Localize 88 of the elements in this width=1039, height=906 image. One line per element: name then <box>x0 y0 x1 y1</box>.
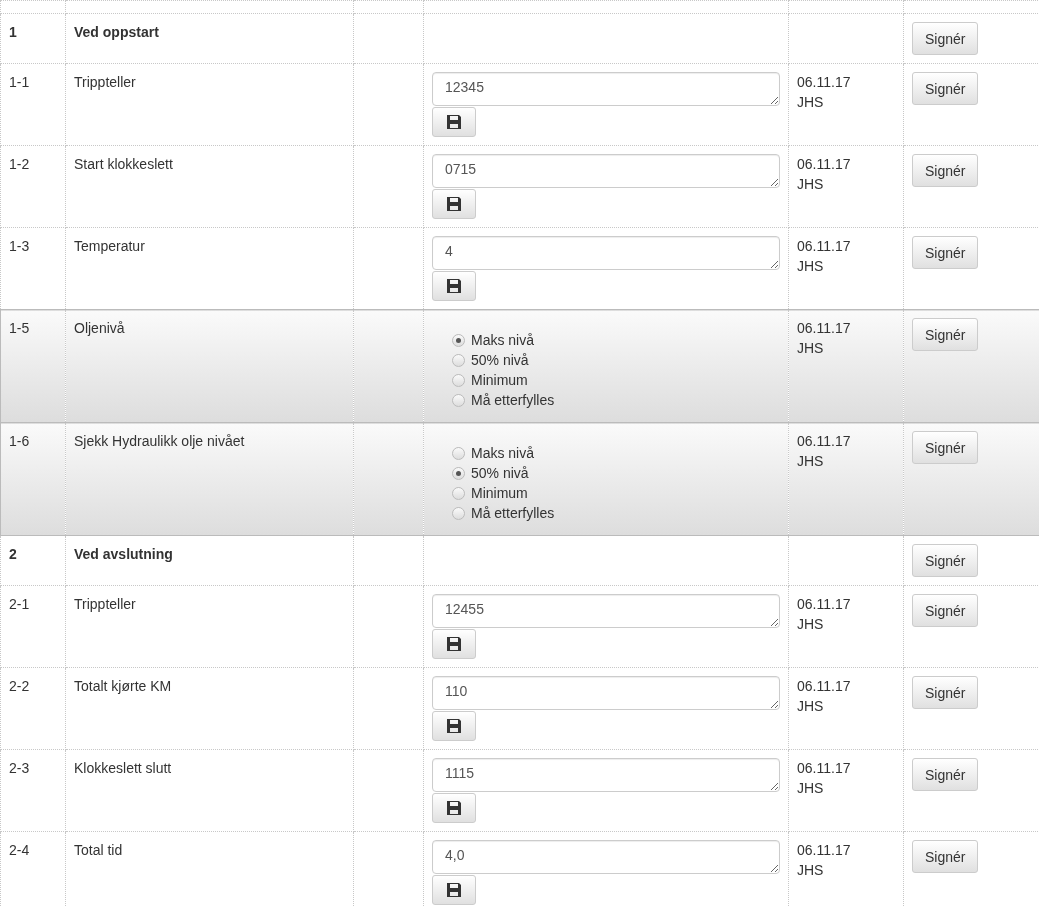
save-button[interactable] <box>432 711 476 741</box>
sign-date: 06.11.17 <box>797 319 852 338</box>
save-button[interactable] <box>432 107 476 137</box>
save-button[interactable] <box>432 271 476 301</box>
sign-button[interactable]: Signér <box>912 840 979 873</box>
input-field[interactable]: 12455 <box>432 594 780 628</box>
input-field[interactable]: 110 <box>432 676 780 710</box>
item-label: Start klokkeslett <box>74 156 173 172</box>
sign-date: 06.11.17 <box>797 595 852 614</box>
sign-initials: JHS <box>797 615 825 634</box>
radio-button[interactable] <box>452 446 465 460</box>
sign-initials: JHS <box>797 697 825 716</box>
sign-date: 06.11.17 <box>797 155 852 174</box>
sign-button[interactable]: Signér <box>912 676 979 709</box>
option-label: Må etterfylles <box>471 504 555 523</box>
save-icon <box>446 718 462 734</box>
input-field[interactable]: 4 <box>432 236 780 270</box>
input-field[interactable]: 1115 <box>432 758 780 792</box>
item-label: Sjekk Hydraulikk olje nivået <box>74 433 245 449</box>
sign-initials: JHS <box>797 257 825 276</box>
item-number: 1 <box>9 24 17 40</box>
sign-initials: JHS <box>797 339 825 358</box>
item-number: 2-2 <box>9 678 30 694</box>
radio-button[interactable] <box>452 333 465 347</box>
radio-button[interactable] <box>452 486 465 500</box>
input-field[interactable]: 0715 <box>432 154 780 188</box>
sign-date: 06.11.17 <box>797 677 852 696</box>
item-label: Ved avslutning <box>74 546 173 562</box>
save-icon <box>446 882 462 898</box>
sign-initials: JHS <box>797 861 825 880</box>
sign-initials: JHS <box>797 93 825 112</box>
save-icon <box>446 114 462 130</box>
sign-date: 06.11.17 <box>797 237 852 256</box>
item-number: 2-1 <box>9 596 30 612</box>
sign-button[interactable]: Signér <box>912 236 979 269</box>
item-number: 2-3 <box>9 760 30 776</box>
sign-button[interactable]: Signér <box>912 154 979 187</box>
save-button[interactable] <box>432 793 476 823</box>
sign-button[interactable]: Signér <box>912 431 979 464</box>
radio-button[interactable] <box>452 353 465 367</box>
option-label: Minimum <box>471 484 528 503</box>
item-number: 1-3 <box>9 238 30 254</box>
option-label: 50% nivå <box>471 351 529 370</box>
sign-initials: JHS <box>797 175 825 194</box>
save-icon <box>446 196 462 212</box>
item-label: Totalt kjørte KM <box>74 678 172 694</box>
item-label: Klokkeslett slutt <box>74 760 172 776</box>
save-icon <box>446 636 462 652</box>
item-number: 1-5 <box>9 320 30 336</box>
input-field[interactable]: 12345 <box>432 72 780 106</box>
sign-button[interactable]: Signér <box>912 758 979 791</box>
radio-button[interactable] <box>452 393 465 407</box>
sign-date: 06.11.17 <box>797 841 852 860</box>
option-label: 50% nivå <box>471 464 529 483</box>
item-label: Trippteller <box>74 596 136 612</box>
radio-button[interactable] <box>452 373 465 387</box>
sign-button[interactable]: Signér <box>912 318 979 351</box>
radio-button[interactable] <box>452 466 465 480</box>
save-button[interactable] <box>432 189 476 219</box>
sign-button[interactable]: Signér <box>912 594 979 627</box>
sign-button[interactable]: Signér <box>912 22 979 55</box>
item-number: 2 <box>9 546 17 562</box>
item-number: 1-2 <box>9 156 30 172</box>
sign-initials: JHS <box>797 779 825 798</box>
item-number: 1-1 <box>9 74 30 90</box>
item-label: Total tid <box>74 842 123 858</box>
item-label: Temperatur <box>74 238 145 254</box>
sign-initials: JHS <box>797 452 825 471</box>
item-label: Trippteller <box>74 74 136 90</box>
save-button[interactable] <box>432 629 476 659</box>
item-number: 1-6 <box>9 433 30 449</box>
radio-button[interactable] <box>452 506 465 520</box>
option-label: Minimum <box>471 371 528 390</box>
option-label: Maks nivå <box>471 331 535 350</box>
sign-date: 06.11.17 <box>797 73 852 92</box>
save-button[interactable] <box>432 875 476 905</box>
option-label: Må etterfylles <box>471 391 555 410</box>
sign-button[interactable]: Signér <box>912 72 979 105</box>
sign-button[interactable]: Signér <box>912 544 979 577</box>
save-icon <box>446 800 462 816</box>
sign-date: 06.11.17 <box>797 759 852 778</box>
input-field[interactable]: 4,0 <box>432 840 780 874</box>
item-label: Ved oppstart <box>74 24 159 40</box>
save-icon <box>446 278 462 294</box>
sign-date: 06.11.17 <box>797 432 852 451</box>
item-number: 2-4 <box>9 842 30 858</box>
option-label: Maks nivå <box>471 444 535 463</box>
item-label: Oljenivå <box>74 320 125 336</box>
